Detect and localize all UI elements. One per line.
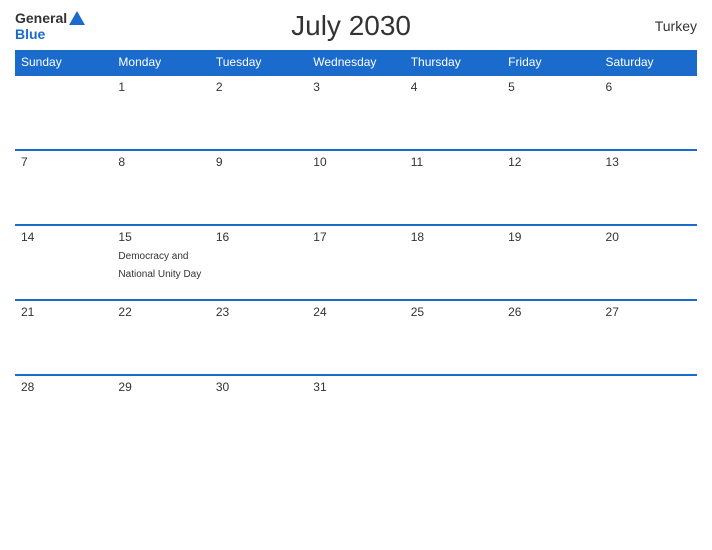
weekday-header-cell: Friday bbox=[502, 50, 599, 75]
day-cell: 20 bbox=[600, 225, 697, 300]
day-number: 24 bbox=[313, 305, 398, 319]
day-number: 22 bbox=[118, 305, 203, 319]
day-cell: 18 bbox=[405, 225, 502, 300]
day-number: 16 bbox=[216, 230, 301, 244]
day-cell bbox=[600, 375, 697, 450]
weekday-header-cell: Monday bbox=[112, 50, 209, 75]
day-cell: 4 bbox=[405, 75, 502, 150]
day-number: 31 bbox=[313, 380, 398, 394]
weekday-header-row: SundayMondayTuesdayWednesdayThursdayFrid… bbox=[15, 50, 697, 75]
country-label: Turkey bbox=[617, 18, 697, 34]
logo: General Blue bbox=[15, 10, 85, 42]
day-cell: 27 bbox=[600, 300, 697, 375]
day-number: 6 bbox=[606, 80, 691, 94]
calendar-title: July 2030 bbox=[85, 10, 617, 42]
day-cell: 13 bbox=[600, 150, 697, 225]
day-cell: 17 bbox=[307, 225, 404, 300]
logo-general-text: General bbox=[15, 10, 67, 26]
day-cell: 7 bbox=[15, 150, 112, 225]
day-number: 11 bbox=[411, 155, 496, 169]
day-number: 7 bbox=[21, 155, 106, 169]
day-cell: 10 bbox=[307, 150, 404, 225]
logo-triangle-icon bbox=[69, 11, 85, 25]
day-cell: 11 bbox=[405, 150, 502, 225]
week-row: 28 29 30 31 bbox=[15, 375, 697, 450]
weekday-header-cell: Saturday bbox=[600, 50, 697, 75]
week-row: 21 22 23 24 25 26 27 bbox=[15, 300, 697, 375]
day-cell: 30 bbox=[210, 375, 307, 450]
logo-blue-text: Blue bbox=[15, 26, 45, 42]
day-cell: 21 bbox=[15, 300, 112, 375]
day-cell: 14 bbox=[15, 225, 112, 300]
day-cell: 2 bbox=[210, 75, 307, 150]
day-number: 14 bbox=[21, 230, 106, 244]
weekday-header-cell: Sunday bbox=[15, 50, 112, 75]
day-number: 8 bbox=[118, 155, 203, 169]
day-number: 2 bbox=[216, 80, 301, 94]
week-row: 789 10 11 12 13 bbox=[15, 150, 697, 225]
day-number: 5 bbox=[508, 80, 593, 94]
day-cell: 16 bbox=[210, 225, 307, 300]
day-cell: 19 bbox=[502, 225, 599, 300]
day-cell bbox=[502, 375, 599, 450]
day-number: 19 bbox=[508, 230, 593, 244]
day-number: 4 bbox=[411, 80, 496, 94]
day-cell: 23 bbox=[210, 300, 307, 375]
day-cell: 31 bbox=[307, 375, 404, 450]
calendar-table: SundayMondayTuesdayWednesdayThursdayFrid… bbox=[15, 50, 697, 450]
day-number: 12 bbox=[508, 155, 593, 169]
day-number: 18 bbox=[411, 230, 496, 244]
day-number: 27 bbox=[606, 305, 691, 319]
day-cell: 24 bbox=[307, 300, 404, 375]
day-cell: 28 bbox=[15, 375, 112, 450]
event-label: Democracy and National Unity Day bbox=[118, 251, 201, 280]
weekday-header-cell: Thursday bbox=[405, 50, 502, 75]
day-cell: 29 bbox=[112, 375, 209, 450]
weekday-header-cell: Wednesday bbox=[307, 50, 404, 75]
calendar-header: General Blue July 2030 Turkey bbox=[15, 10, 697, 42]
day-number: 1 bbox=[118, 80, 203, 94]
day-number: 25 bbox=[411, 305, 496, 319]
day-cell: 12 bbox=[502, 150, 599, 225]
day-cell: 3 bbox=[307, 75, 404, 150]
day-number: 29 bbox=[118, 380, 203, 394]
day-cell: 9 bbox=[210, 150, 307, 225]
day-cell: 8 bbox=[112, 150, 209, 225]
day-number: 10 bbox=[313, 155, 398, 169]
day-number: 21 bbox=[21, 305, 106, 319]
day-number: 15 bbox=[118, 230, 203, 244]
day-number: 20 bbox=[606, 230, 691, 244]
week-row: 123456 bbox=[15, 75, 697, 150]
day-cell: 15 Democracy and National Unity Day bbox=[112, 225, 209, 300]
calendar-container: General Blue July 2030 Turkey SundayMond… bbox=[0, 0, 712, 550]
day-number: 28 bbox=[21, 380, 106, 394]
day-cell: 5 bbox=[502, 75, 599, 150]
day-number: 23 bbox=[216, 305, 301, 319]
day-cell: 25 bbox=[405, 300, 502, 375]
day-cell: 26 bbox=[502, 300, 599, 375]
day-cell bbox=[405, 375, 502, 450]
day-number: 9 bbox=[216, 155, 301, 169]
day-cell bbox=[15, 75, 112, 150]
day-cell: 1 bbox=[112, 75, 209, 150]
day-number: 17 bbox=[313, 230, 398, 244]
day-number: 3 bbox=[313, 80, 398, 94]
week-row: 14 15 Democracy and National Unity Day 16 17… bbox=[15, 225, 697, 300]
day-number: 26 bbox=[508, 305, 593, 319]
day-number: 30 bbox=[216, 380, 301, 394]
day-number: 13 bbox=[606, 155, 691, 169]
day-cell: 22 bbox=[112, 300, 209, 375]
weekday-header-cell: Tuesday bbox=[210, 50, 307, 75]
day-cell: 6 bbox=[600, 75, 697, 150]
